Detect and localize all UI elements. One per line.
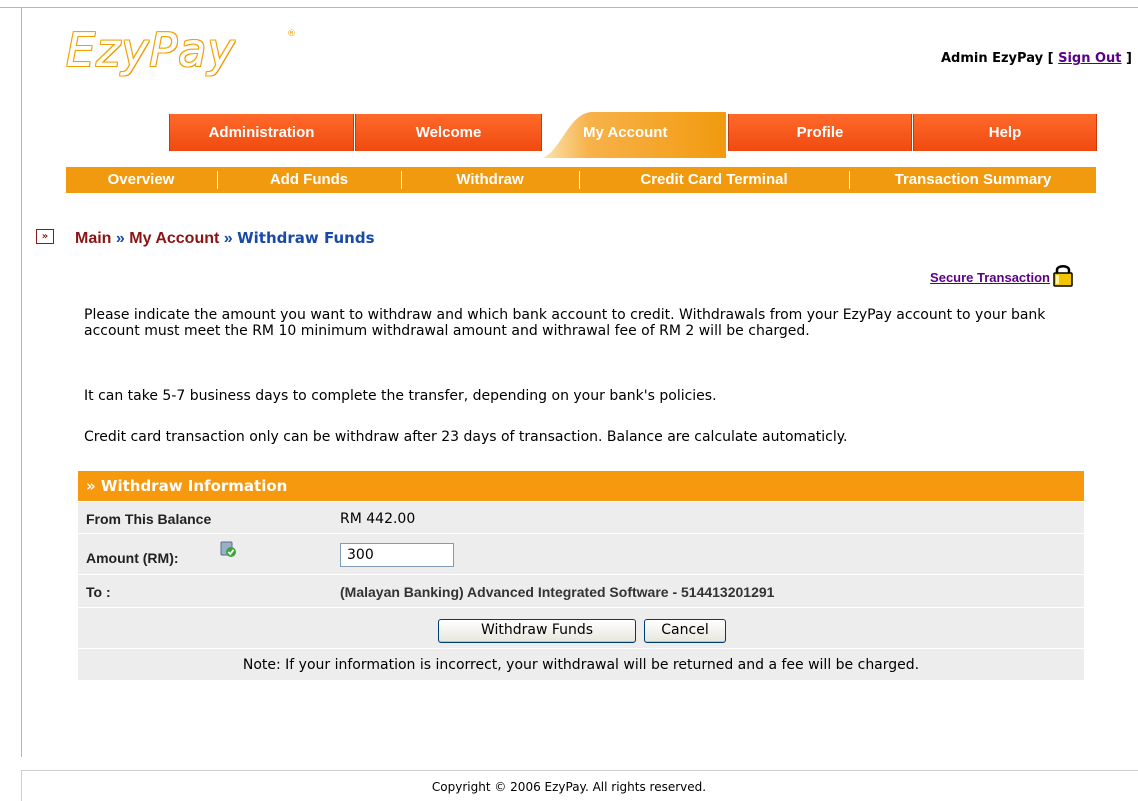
breadcrumb-separator: » bbox=[219, 230, 238, 247]
amount-label: Amount (RM): bbox=[86, 550, 179, 566]
registered-mark: ® bbox=[287, 29, 296, 39]
breadcrumb-current: Withdraw Funds bbox=[237, 229, 375, 247]
withdraw-funds-button[interactable]: Withdraw Funds bbox=[438, 619, 636, 643]
withdraw-information-panel: » Withdraw Information From This Balance… bbox=[78, 471, 1084, 709]
secure-transaction-link[interactable]: Secure Transaction bbox=[930, 270, 1050, 285]
breadcrumb-my-account[interactable]: My Account bbox=[129, 230, 219, 247]
left-border bbox=[21, 8, 22, 757]
note-row: Note: If your information is incorrect, … bbox=[78, 648, 1084, 680]
subnav-add-funds[interactable]: Add Funds bbox=[218, 167, 400, 193]
ezypay-logo[interactable]: EzyPay ® bbox=[66, 27, 296, 95]
subnav-withdraw[interactable]: Withdraw bbox=[402, 167, 578, 193]
breadcrumb-arrow-icon: » bbox=[36, 229, 54, 244]
balance-row: From This Balance RM 442.00 bbox=[78, 501, 1084, 533]
tab-welcome[interactable]: Welcome bbox=[355, 114, 542, 151]
note-text: Note: If your information is incorrect, … bbox=[242, 657, 920, 673]
subnav-credit-card-terminal[interactable]: Credit Card Terminal bbox=[580, 167, 848, 193]
credit-card-note-paragraph: Credit card transaction only can be with… bbox=[84, 429, 848, 445]
breadcrumb-separator: » bbox=[111, 230, 130, 247]
to-label: To : bbox=[86, 584, 111, 600]
panel-header: » Withdraw Information bbox=[78, 471, 1084, 501]
breadcrumb-main[interactable]: Main bbox=[75, 230, 111, 247]
buttons-row: Withdraw Funds Cancel bbox=[78, 607, 1084, 648]
bracket-open: [ bbox=[1047, 51, 1054, 66]
balance-label: From This Balance bbox=[86, 511, 212, 527]
sub-navigation: Overview Add Funds Withdraw Credit Card … bbox=[66, 167, 1096, 193]
footer-divider bbox=[21, 770, 1138, 771]
user-bar: Admin EzyPay [ Sign Out ] bbox=[941, 51, 1132, 66]
breadcrumb: Main » My Account » Withdraw Funds bbox=[75, 229, 375, 248]
bracket-close: ] bbox=[1126, 51, 1132, 66]
check-icon bbox=[220, 541, 236, 557]
logo-text: EzyPay bbox=[66, 23, 236, 77]
lock-icon bbox=[1053, 265, 1073, 287]
cancel-button[interactable]: Cancel bbox=[644, 619, 726, 643]
amount-input[interactable] bbox=[340, 543, 454, 567]
user-name: Admin EzyPay bbox=[940, 51, 1044, 66]
to-account-value: (Malayan Banking) Advanced Integrated So… bbox=[340, 584, 775, 600]
to-account-row: To : (Malayan Banking) Advanced Integrat… bbox=[78, 574, 1084, 607]
amount-row: Amount (RM): bbox=[78, 533, 1084, 574]
balance-value: RM 442.00 bbox=[340, 511, 416, 527]
instructions-paragraph: Please indicate the amount you want to w… bbox=[84, 307, 1046, 339]
top-border bbox=[0, 7, 1138, 8]
subnav-transaction-summary[interactable]: Transaction Summary bbox=[850, 167, 1096, 193]
subnav-overview[interactable]: Overview bbox=[66, 167, 216, 193]
copyright-text: Copyright © 2006 EzyPay. All rights rese… bbox=[431, 780, 707, 794]
sign-out-link[interactable]: Sign Out bbox=[1058, 51, 1121, 66]
tab-administration[interactable]: Administration bbox=[169, 114, 354, 151]
tab-help[interactable]: Help bbox=[913, 114, 1097, 151]
tab-profile[interactable]: Profile bbox=[728, 114, 912, 151]
processing-time-paragraph: It can take 5-7 business days to complet… bbox=[84, 388, 717, 404]
tab-my-account[interactable]: My Account bbox=[583, 124, 703, 141]
